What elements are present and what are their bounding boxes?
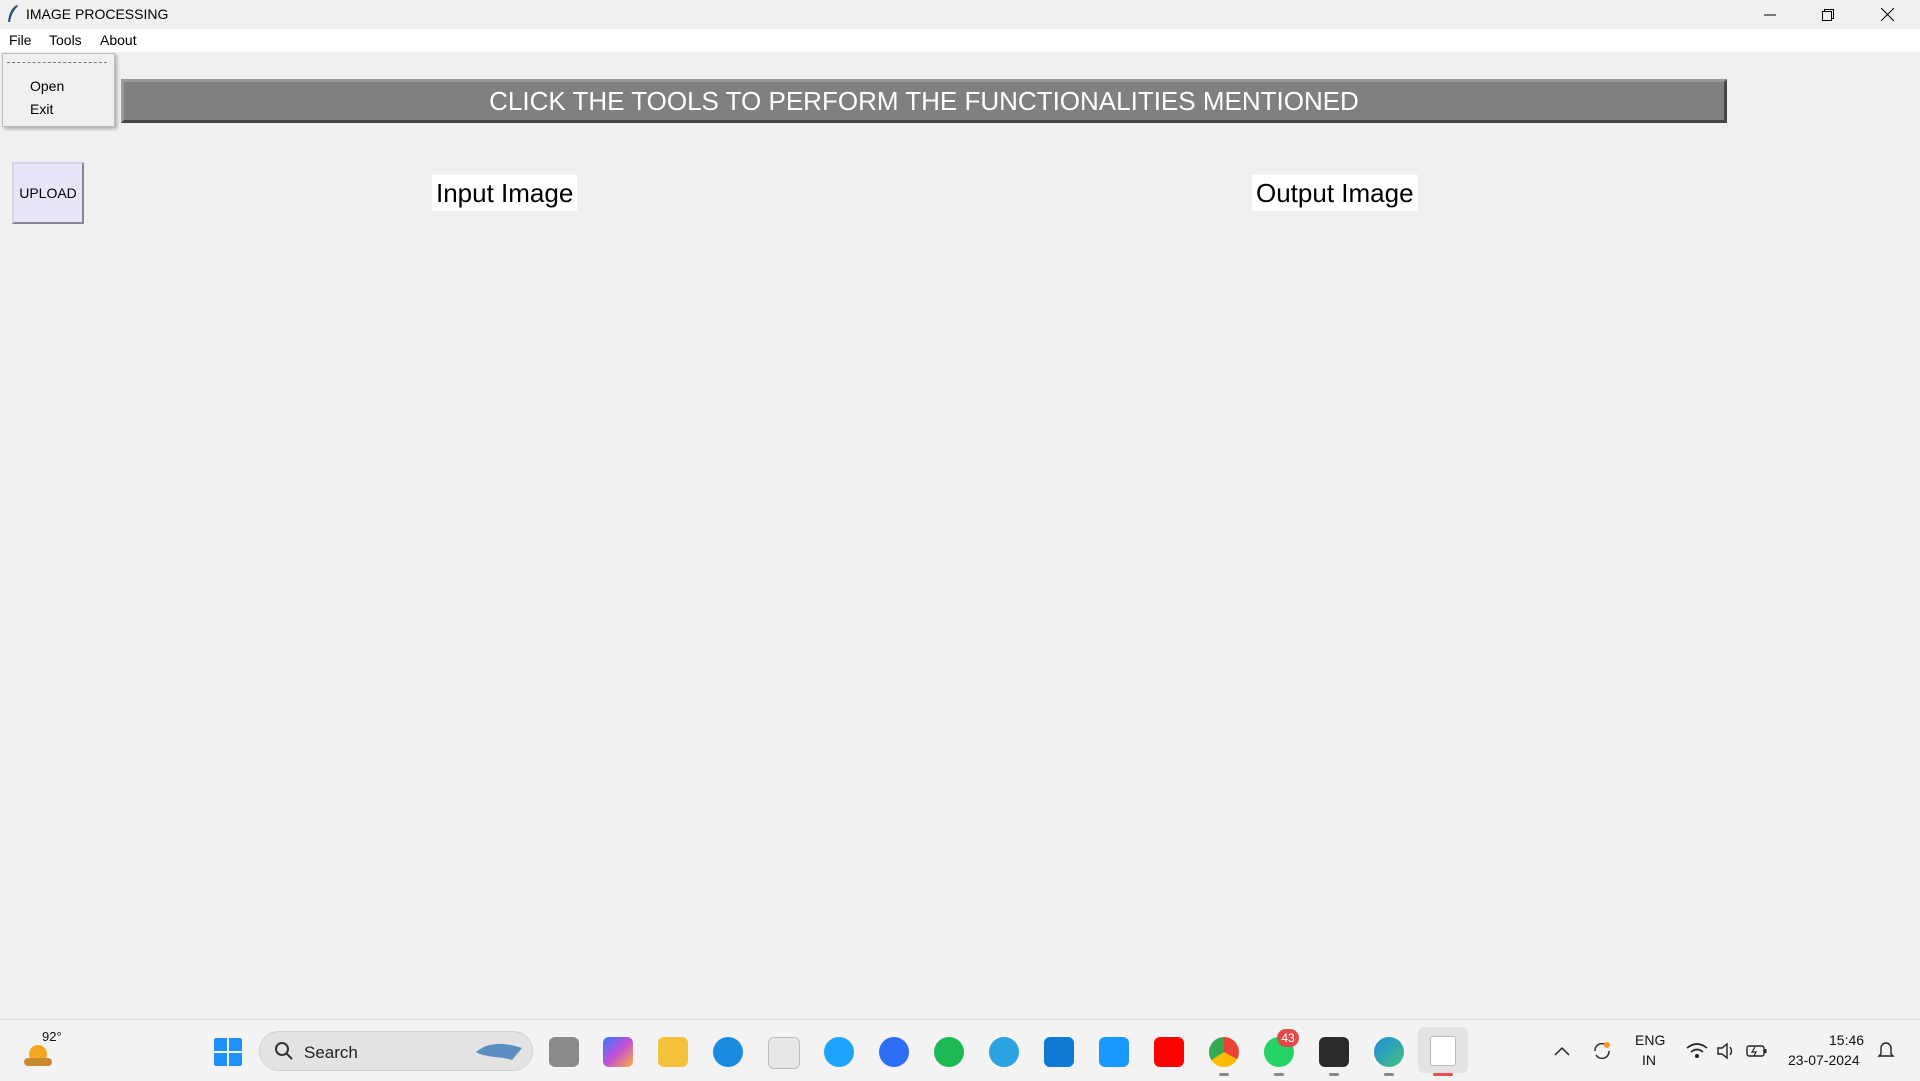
whatsapp-badge-count: 43 (1281, 1031, 1295, 1045)
whatsapp-badge: 43 (1277, 1029, 1299, 1047)
wifi-icon[interactable] (1686, 1042, 1708, 1060)
search-icon (275, 1042, 293, 1060)
zoom-icon[interactable] (879, 1037, 909, 1067)
clock-date[interactable]: 23-07-2024 (1788, 1052, 1860, 1068)
help-icon[interactable] (824, 1037, 854, 1067)
chevron-up-icon[interactable] (1554, 1046, 1570, 1056)
search-placeholder: Search (304, 1043, 358, 1062)
menu-item-exit[interactable]: Exit (30, 101, 53, 117)
taskbar-search[interactable]: Search (259, 1031, 533, 1071)
menu-bar: File Tools About (0, 29, 1920, 52)
notifications-icon[interactable] (1877, 1040, 1895, 1060)
minimize-button[interactable] (1741, 0, 1799, 29)
upload-button[interactable]: UPLOAD (12, 162, 84, 224)
terminal-icon[interactable] (1319, 1037, 1349, 1067)
minimize-icon (1764, 14, 1776, 15)
edge-icon[interactable] (713, 1037, 743, 1067)
menu-item-open[interactable]: Open (30, 78, 64, 94)
notepad-icon (1430, 1036, 1456, 1066)
sync-icon[interactable] (1591, 1040, 1613, 1062)
weather-temp: 92° (42, 1029, 62, 1044)
active-indicator-notepad (1433, 1073, 1453, 1076)
language-indicator[interactable]: ENG (1635, 1032, 1665, 1048)
menu-tearoff[interactable] (7, 62, 107, 63)
notepad-active-tile[interactable] (1418, 1027, 1468, 1073)
menu-file[interactable]: File (9, 32, 32, 48)
file-menu-dropdown: Open Exit (2, 53, 115, 127)
region-indicator: IN (1642, 1052, 1656, 1068)
prime-video-icon[interactable] (1099, 1037, 1129, 1067)
menu-tools[interactable]: Tools (49, 32, 82, 48)
input-image-label: Input Image (432, 175, 578, 211)
close-icon (1880, 8, 1894, 21)
file-explorer-icon[interactable] (658, 1037, 688, 1067)
instruction-banner: CLICK THE TOOLS TO PERFORM THE FUNCTIONA… (121, 79, 1727, 123)
running-indicator-terminal (1329, 1073, 1339, 1076)
youtube-icon[interactable] (1154, 1037, 1184, 1067)
taskbar: 92° Search 43 ENG IN 15:46 23-07-2024 (0, 1019, 1920, 1081)
menu-about[interactable]: About (100, 32, 137, 48)
running-indicator-whatsapp (1274, 1073, 1284, 1076)
restore-icon (1822, 8, 1834, 21)
edge-dev-icon[interactable] (1374, 1037, 1404, 1067)
window-title: IMAGE PROCESSING (26, 6, 169, 22)
weather-widget[interactable]: 92° (22, 1029, 72, 1072)
store-icon[interactable] (768, 1037, 800, 1069)
search-highlight-icon (476, 1043, 522, 1060)
vscode-icon[interactable] (1044, 1037, 1074, 1067)
telegram-icon[interactable] (989, 1037, 1019, 1067)
close-button[interactable] (1858, 0, 1916, 29)
running-indicator-chrome (1219, 1073, 1229, 1076)
title-bar: IMAGE PROCESSING (0, 0, 1920, 29)
feather-icon (8, 5, 18, 22)
volume-icon[interactable] (1716, 1042, 1736, 1060)
battery-icon[interactable] (1746, 1043, 1768, 1059)
running-indicator-edge-dev (1384, 1073, 1394, 1076)
chrome-icon[interactable] (1209, 1037, 1239, 1067)
task-view-icon[interactable] (549, 1037, 579, 1067)
spotify-icon[interactable] (934, 1037, 964, 1067)
clock-time[interactable]: 15:46 (1829, 1032, 1864, 1048)
copilot-icon[interactable] (603, 1037, 633, 1067)
windows-start-icon[interactable] (213, 1037, 243, 1067)
restore-button[interactable] (1799, 0, 1857, 29)
output-image-label: Output Image (1252, 175, 1418, 211)
